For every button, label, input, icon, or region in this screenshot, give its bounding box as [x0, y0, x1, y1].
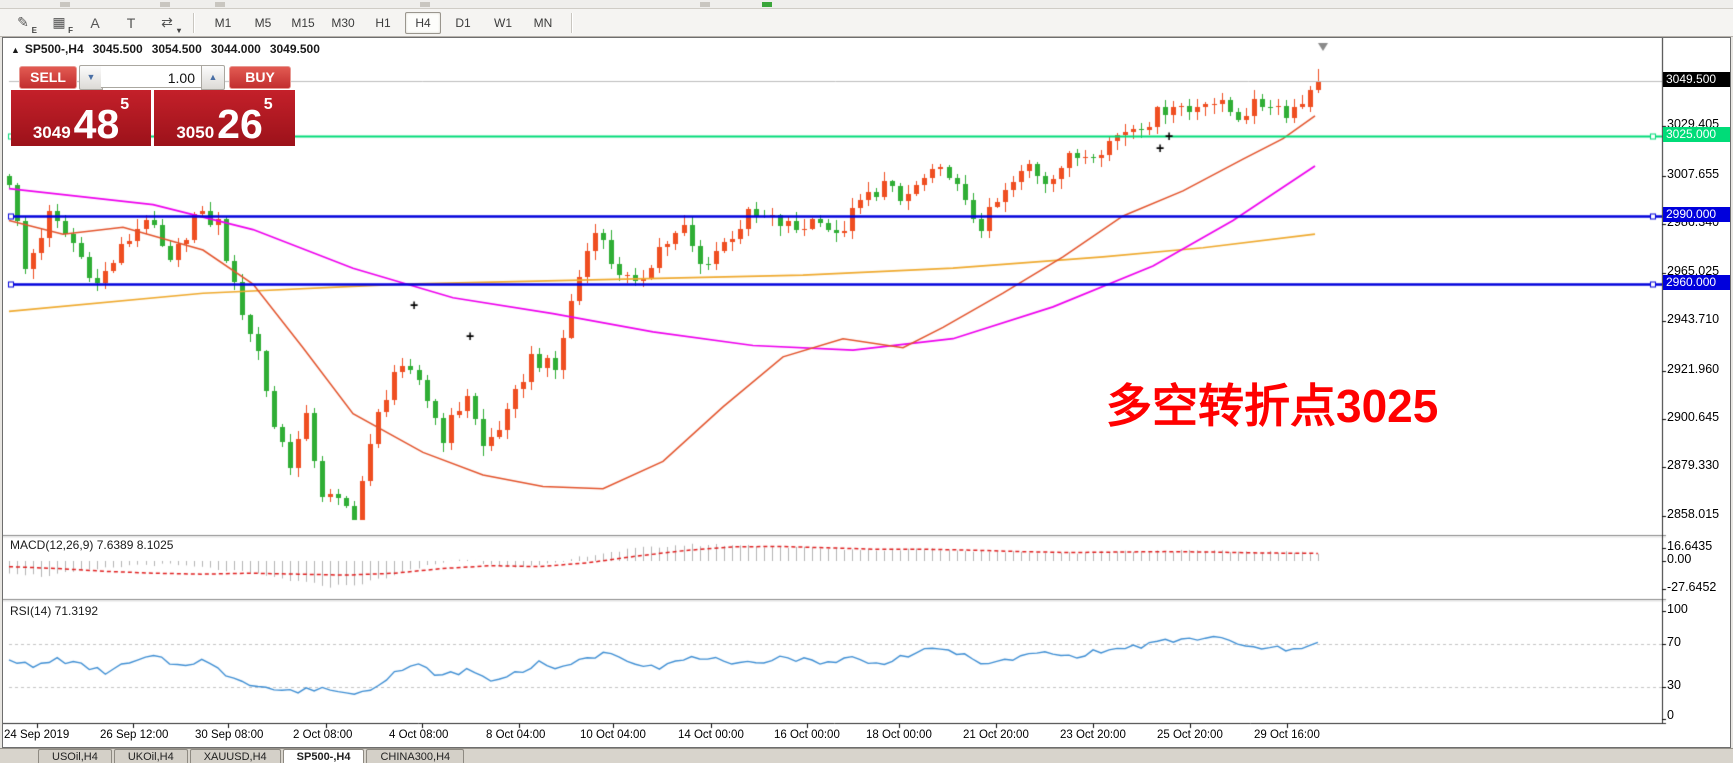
time-axis-label: 29 Oct 16:00 [1254, 729, 1320, 741]
timeframe-button-m1[interactable]: M1 [205, 12, 241, 34]
text-box-icon[interactable]: T [116, 12, 146, 34]
draw-studies-e-icon[interactable]: ✎E [8, 12, 38, 34]
chart-annotation-text: 多空转折点3025 [1106, 370, 1438, 436]
symbol-marker-icon: ▲ [11, 45, 20, 55]
time-axis-label: 16 Oct 00:00 [774, 729, 840, 741]
buy-price-sup: 5 [264, 96, 273, 114]
clipped-toolbar-row [0, 0, 1733, 9]
ohlc-high: 3054.500 [152, 42, 202, 56]
arrange-arrows-icon: ⇄ [161, 14, 173, 31]
rsi-axis-label: 70 [1667, 635, 1681, 649]
clipped-button [160, 2, 170, 7]
chart-toolbar: ✎E▦FAT⇄▾ M1M5M15M30H1H4D1W1MN [0, 9, 1733, 37]
timeframe-button-m5[interactable]: M5 [245, 12, 281, 34]
one-click-trading-panel: SELL ▼ ▲ BUY 3049485 3050265 [11, 62, 295, 172]
chart-tab-usoil[interactable]: USOil,H4 [38, 749, 112, 763]
price-tick-label: 2879.330 [1667, 458, 1719, 472]
symbol-name: SP500-,H4 [25, 42, 84, 56]
macd-axis-label: -27.6452 [1667, 580, 1716, 594]
timeframe-button-m15[interactable]: M15 [285, 12, 321, 34]
clipped-button [420, 2, 430, 7]
current-price-box: 3049.500 [1663, 72, 1730, 87]
grid-f-icon[interactable]: ▦F [44, 12, 74, 34]
time-axis-label: 30 Sep 08:00 [195, 729, 263, 741]
time-axis-label: 18 Oct 00:00 [866, 729, 932, 741]
buy-button[interactable]: BUY [229, 66, 291, 89]
macd-indicator-label: MACD(12,26,9) 7.6389 8.1025 [10, 538, 173, 552]
rsi-axis-label: 30 [1667, 678, 1681, 692]
buy-price-small: 3050 [176, 124, 214, 141]
volume-input[interactable] [101, 66, 201, 89]
clipped-button [60, 2, 70, 7]
macd-axis-label: 0.00 [1667, 552, 1691, 566]
chart-tabs-bar: USOil,H4UKOil,H4XAUUSD,H4SP500-,H4CHINA3… [0, 748, 1733, 763]
price-tick-label: 2943.710 [1667, 312, 1719, 326]
text-label-icon: A [90, 15, 99, 31]
arrange-arrows-icon-sub: ▾ [177, 26, 181, 35]
time-axis-label: 23 Oct 20:00 [1060, 729, 1126, 741]
time-axis-label: 25 Oct 20:00 [1157, 729, 1223, 741]
ohlc-close: 3049.500 [270, 42, 320, 56]
buy-price-tile[interactable]: 3050265 [154, 90, 295, 146]
price-tick-label: 2858.015 [1667, 507, 1719, 521]
price-tick-label: 2900.645 [1667, 410, 1719, 424]
time-axis-label: 26 Sep 12:00 [100, 729, 168, 741]
time-axis-label: 2 Oct 08:00 [293, 729, 352, 741]
volume-field-wrap [101, 65, 201, 88]
buy-price-big: 26 [217, 108, 263, 141]
timeframe-group: M1M5M15M30H1H4D1W1MN [203, 12, 563, 34]
chart-tab-china300[interactable]: CHINA300,H4 [366, 749, 464, 763]
time-axis-label: 21 Oct 20:00 [963, 729, 1029, 741]
sell-price-tile[interactable]: 3049485 [11, 90, 151, 146]
volume-decrease-button[interactable]: ▼ [79, 65, 103, 90]
timeframe-button-m30[interactable]: M30 [325, 12, 361, 34]
clipped-button [215, 2, 225, 7]
clipped-button-green [762, 2, 772, 7]
text-label-icon[interactable]: A [80, 12, 110, 34]
draw-studies-e-icon: ✎ [17, 14, 29, 31]
toolbar-separator [193, 13, 195, 33]
arrange-arrows-icon[interactable]: ⇄▾ [152, 12, 182, 34]
chart-title: ▲ SP500-,H4 3045.500 3054.500 3044.000 3049.5… [11, 42, 320, 56]
time-axis-label: 24 Sep 2019 [4, 729, 69, 741]
chart-tab-sp500-[interactable]: SP500-,H4 [283, 749, 365, 763]
grid-f-icon-sub: F [68, 26, 73, 35]
time-axis-label: 4 Oct 08:00 [389, 729, 448, 741]
toolbar-separator [571, 13, 573, 33]
ohlc-low: 3044.000 [211, 42, 261, 56]
chart-tab-xauusd[interactable]: XAUUSD,H4 [190, 749, 281, 763]
sell-price-big: 48 [74, 108, 120, 141]
level-price-box: 2960.000 [1663, 275, 1730, 290]
time-axis-label: 10 Oct 04:00 [580, 729, 646, 741]
timeframe-button-h4[interactable]: H4 [405, 12, 441, 34]
sell-price-small: 3049 [33, 124, 71, 141]
level-price-box: 2990.000 [1663, 207, 1730, 222]
chart-window: ▲ SP500-,H4 3045.500 3054.500 3044.000 3049.5… [2, 37, 1731, 748]
timeframe-button-d1[interactable]: D1 [445, 12, 481, 34]
rsi-indicator-label: RSI(14) 71.3192 [10, 604, 98, 618]
time-axis-label: 8 Oct 04:00 [486, 729, 545, 741]
timeframe-button-h1[interactable]: H1 [365, 12, 401, 34]
price-tick-label: 2921.960 [1667, 362, 1719, 376]
text-box-icon: T [127, 15, 136, 31]
time-axis-label: 14 Oct 00:00 [678, 729, 744, 741]
rsi-axis-label: 100 [1667, 602, 1688, 616]
chart-tab-ukoil[interactable]: UKOil,H4 [114, 749, 188, 763]
price-tick-label: 3007.655 [1667, 167, 1719, 181]
clipped-button [700, 2, 710, 7]
grid-f-icon: ▦ [52, 14, 65, 31]
level-price-box: 3025.000 [1663, 127, 1730, 142]
sell-price-sup: 5 [120, 96, 129, 114]
drawing-tools-group: ✎E▦FAT⇄▾ [5, 12, 185, 34]
ohlc-open: 3045.500 [93, 42, 143, 56]
draw-studies-e-icon-sub: E [32, 26, 37, 35]
timeframe-button-mn[interactable]: MN [525, 12, 561, 34]
rsi-axis-label: 0 [1667, 708, 1674, 722]
timeframe-button-w1[interactable]: W1 [485, 12, 521, 34]
sell-button[interactable]: SELL [19, 66, 77, 89]
volume-increase-button[interactable]: ▲ [201, 65, 225, 90]
macd-axis-label: 16.6435 [1667, 539, 1712, 553]
